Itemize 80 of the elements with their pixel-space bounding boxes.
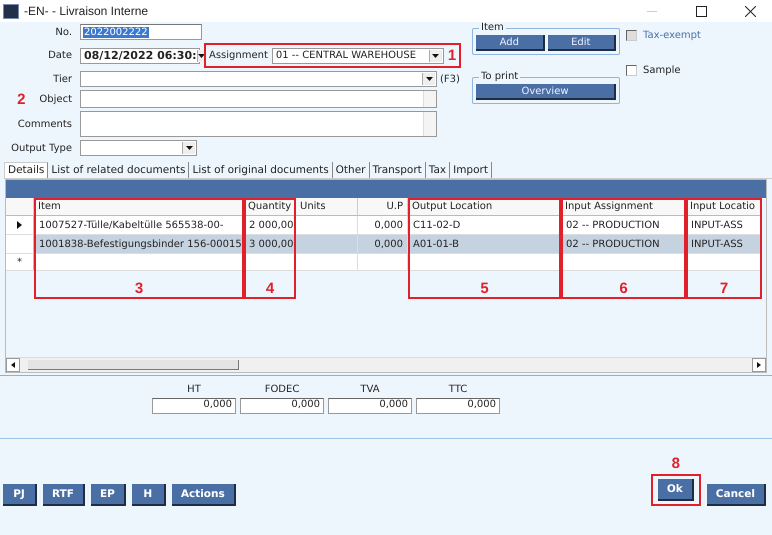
group-button[interactable]: Add <box>476 35 544 51</box>
total-field: 0,000 <box>328 398 412 414</box>
table-cell: 02 -- PRODUCTION <box>561 216 686 235</box>
table-cell: 1001838-Befestigungsbinder 156-00015 <box>34 235 244 254</box>
footer-button[interactable]: PJ <box>3 484 37 506</box>
assignment-dropdown[interactable]: 01 -- CENTRAL WAREHOUSE <box>272 48 444 64</box>
field-label: Date <box>47 50 73 61</box>
footer-button[interactable]: Cancel <box>706 484 766 506</box>
table-cell: 1007527-Tülle/Kabeltülle 565538-00- <box>34 216 244 235</box>
field-label: No. <box>54 26 73 38</box>
column-header[interactable]: U.P <box>358 198 408 216</box>
new-row-cell[interactable] <box>244 254 296 271</box>
row-header-cell[interactable]: * <box>6 254 34 271</box>
callout-number: 3 <box>134 280 144 297</box>
table-cell: 2 000,00 <box>244 216 296 235</box>
total-label: FODEC <box>264 384 300 395</box>
table-cell: 3 000,00 <box>244 235 296 254</box>
tab[interactable]: List of original documents <box>189 162 333 178</box>
callout-number: 7 <box>720 280 728 297</box>
total-label: TVA <box>360 384 380 395</box>
footer-button[interactable]: H <box>132 484 166 506</box>
new-row-cell[interactable] <box>296 254 358 271</box>
checkbox-label: Tax-exempt <box>643 30 701 41</box>
total-field: 0,000 <box>152 398 236 414</box>
new-row-cell[interactable] <box>408 254 561 271</box>
column-header[interactable]: Units <box>296 198 358 216</box>
checkbox-label: Sample <box>643 65 680 76</box>
field-label: Comments <box>16 118 73 130</box>
footer-button[interactable]: RTF <box>43 484 85 506</box>
total-label: TTC <box>448 384 468 395</box>
tab[interactable]: List of related documents <box>48 162 190 178</box>
total-field: 0,000 <box>416 398 500 414</box>
table-cell: 0,000 <box>358 216 408 235</box>
new-row-cell[interactable] <box>34 254 244 271</box>
row-header-cell[interactable] <box>6 216 34 235</box>
scroll-left-icon[interactable] <box>6 358 20 372</box>
group-button[interactable]: Edit <box>548 35 616 51</box>
tab[interactable]: Tax <box>426 162 450 178</box>
app-logo-icon <box>3 4 19 18</box>
number-field[interactable]: 2022002222 <box>80 24 202 40</box>
footer-button[interactable]: EP <box>90 484 126 506</box>
group-title: To print <box>479 71 520 82</box>
checkbox[interactable] <box>626 65 637 76</box>
total-label: HT <box>187 384 201 395</box>
field-label: Tier <box>52 74 73 84</box>
field-label: Output Type <box>10 142 73 154</box>
group-button[interactable]: Overview <box>476 84 616 100</box>
total-field: 0,000 <box>240 398 324 414</box>
footer-button[interactable]: Ok <box>658 479 694 501</box>
group-title: Item <box>479 22 506 33</box>
object-field[interactable] <box>80 90 437 108</box>
callout-number: 4 <box>266 280 274 297</box>
field-label: Assignment <box>209 50 268 61</box>
tab[interactable]: Other <box>332 162 370 178</box>
shortcut-hint: (F3) <box>440 74 460 84</box>
callout-number: 8 <box>672 455 680 472</box>
callout-number: 1 <box>448 47 456 64</box>
window-title: -EN- - Livraison Interne <box>24 4 150 18</box>
table-cell: 02 -- PRODUCTION <box>561 235 686 254</box>
table-cell: INPUT-ASS <box>686 216 762 235</box>
scrollbar-thumb[interactable] <box>28 360 239 370</box>
new-row-cell[interactable] <box>358 254 408 271</box>
tab[interactable]: Transport <box>370 162 426 178</box>
table-cell: C11-02-D <box>408 216 561 235</box>
table-cell: INPUT-ASS <box>686 235 762 254</box>
footer-button[interactable]: Actions <box>172 484 236 506</box>
table-cell: 0,000 <box>358 235 408 254</box>
scroll-right-icon[interactable] <box>752 358 766 372</box>
comments-field[interactable] <box>80 111 437 137</box>
table-cell: A01-01-B <box>408 235 561 254</box>
new-row-cell[interactable] <box>686 254 762 271</box>
tab[interactable]: Import <box>450 162 492 178</box>
row-header-cell[interactable] <box>6 235 34 254</box>
tab[interactable]: Details <box>4 162 48 178</box>
field-label: Object <box>39 94 72 104</box>
callout-number: 5 <box>480 280 489 297</box>
callout-number: 2 <box>17 90 26 108</box>
callout-number: 6 <box>619 280 628 297</box>
new-row-cell[interactable] <box>561 254 686 271</box>
current-row-icon <box>17 221 22 229</box>
